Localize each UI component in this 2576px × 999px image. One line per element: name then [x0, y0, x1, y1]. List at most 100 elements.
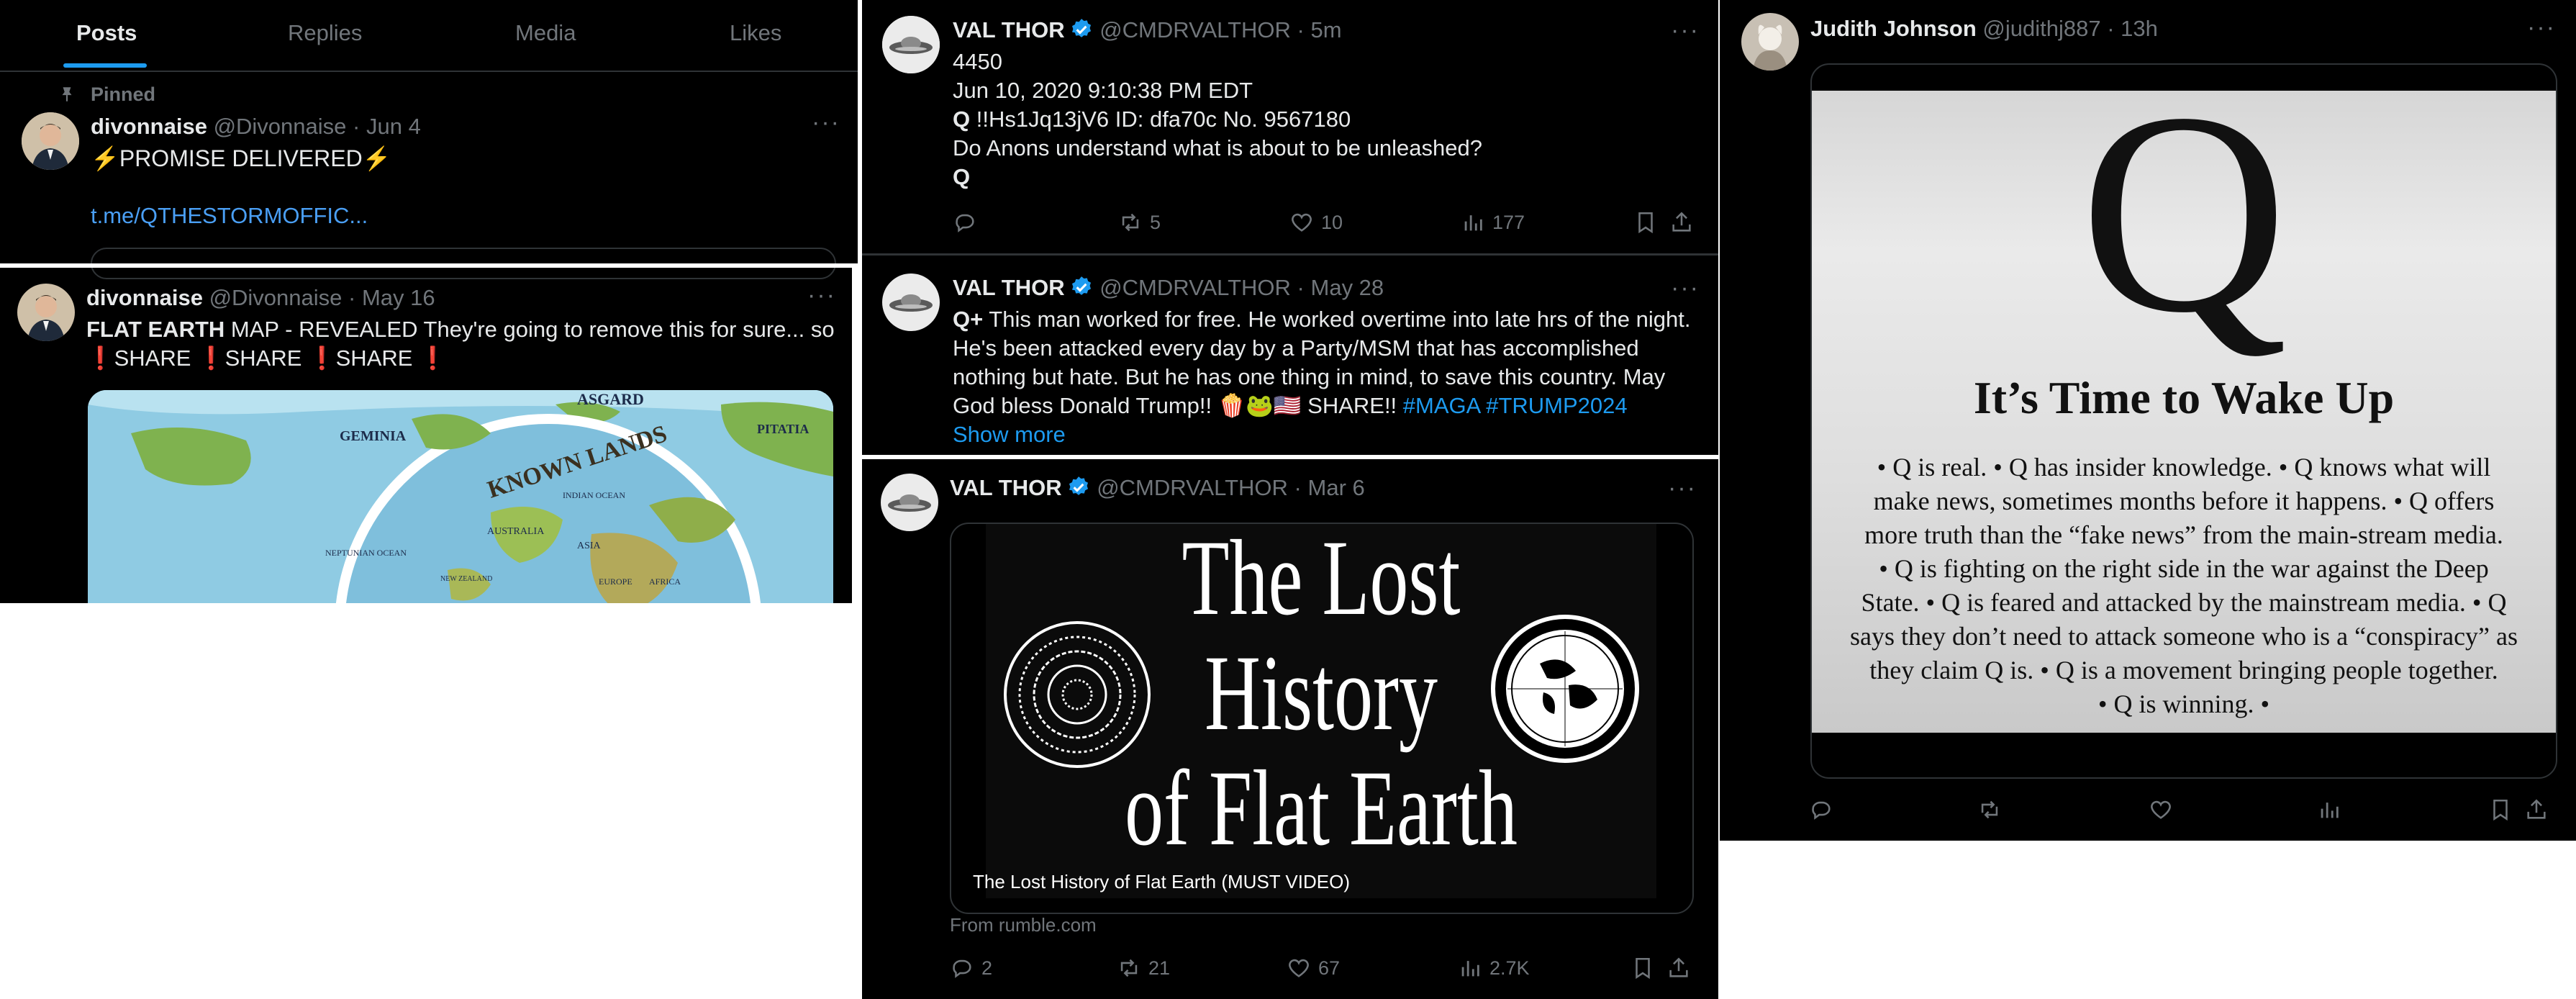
author-name[interactable]: VAL THOR — [953, 17, 1065, 42]
like-button[interactable]: 10 — [1289, 210, 1343, 235]
like-button[interactable] — [2149, 797, 2173, 822]
author-name[interactable]: divonnaise — [86, 285, 203, 310]
verified-badge-icon — [1069, 275, 1094, 299]
divider — [0, 263, 858, 268]
more-options-icon[interactable]: ··· — [1668, 476, 1697, 500]
share-button[interactable] — [2524, 797, 2549, 822]
bookmark-button[interactable] — [2488, 797, 2513, 822]
poster-line: State. • Q is feared and attacked by the… — [1861, 588, 2507, 617]
avatar[interactable] — [881, 474, 938, 531]
heart-icon — [1289, 959, 1309, 977]
views-button[interactable]: 2.7K — [1458, 956, 1530, 980]
avatar[interactable] — [882, 16, 940, 73]
tweet-text-main: MAP - REVEALED They're going to remove t… — [225, 317, 835, 342]
bookmark-icon — [1636, 957, 1650, 980]
tweet-time[interactable]: May 16 — [362, 285, 435, 310]
map-label: EUROPE — [599, 577, 632, 587]
share-button[interactable] — [1666, 956, 1691, 980]
more-options-icon[interactable]: ··· — [1671, 276, 1700, 300]
repost-button[interactable]: 5 — [1118, 210, 1161, 235]
hashtags[interactable]: #MAGA #TRUMP2024 — [1403, 393, 1628, 418]
more-options-icon[interactable]: ··· — [1671, 18, 1700, 42]
video-thumbnail: The Lost History of Flat Earth — [986, 524, 1656, 898]
share-icon — [1669, 957, 1688, 977]
divider — [862, 455, 1718, 459]
avatar[interactable] — [882, 274, 940, 331]
tweet-line: Q !!Hs1Jq13jV6 ID: dfa70c No. 9567180 — [953, 105, 1482, 134]
repost-button[interactable] — [1977, 797, 2002, 822]
poster-line: make news, sometimes months before it ha… — [1873, 487, 2495, 515]
flat-earth-map-image[interactable]: ASGARD GEMINIA PITATIA KNOWN LANDS NEPTU… — [88, 390, 833, 603]
repost-button[interactable]: 21 — [1117, 956, 1170, 980]
share-button[interactable] — [1669, 210, 1694, 235]
tweet-time[interactable]: 13h — [2121, 16, 2158, 41]
poster-line: • Q is fighting on the right side in the… — [1879, 554, 2489, 583]
map-label: GEMINIA — [340, 428, 407, 444]
tweet-line: Do Anons understand what is about to be … — [953, 135, 1482, 161]
author-handle[interactable]: @Divonnaise — [209, 285, 343, 310]
avatar[interactable] — [1741, 13, 1799, 71]
video-card[interactable]: The Lost History of Flat Earth The Lost … — [950, 523, 1694, 914]
views-icon — [1464, 215, 1482, 231]
author-handle[interactable]: @CMDRVALTHOR — [1097, 475, 1288, 500]
pin-icon — [58, 83, 76, 109]
poster-line: • Q is winning. • — [2097, 690, 2270, 718]
card-source[interactable]: From rumble.com — [950, 914, 1097, 936]
author-handle[interactable]: @judithj887 — [1982, 16, 2100, 41]
tweet-time[interactable]: May 28 — [1311, 275, 1384, 300]
reply-button[interactable]: 2 — [950, 956, 992, 980]
tabs-divider — [0, 71, 858, 72]
flat-earth-emblem-icon — [1489, 613, 1641, 768]
poster-line: they claim Q is. • Q is a movement bring… — [1869, 656, 2498, 684]
tweet-header: VAL THOR @CMDRVALTHOR · Mar 6 — [950, 475, 1365, 500]
share-icon — [2527, 799, 2546, 819]
map-label: NEPTUNIAN OCEAN — [325, 548, 407, 558]
tweet-time[interactable]: Mar 6 — [1308, 475, 1365, 500]
active-tab-indicator — [63, 63, 147, 68]
map-label: NEW ZEALAND — [440, 575, 492, 583]
reply-button[interactable] — [1809, 797, 1833, 822]
tab-replies[interactable]: Replies — [288, 20, 362, 46]
q-poster-image[interactable]: Q It’s Time to Wake Up • Q is real. • Q … — [1810, 63, 2557, 779]
tweet-header: Judith Johnson @judithj887 · 13h — [1810, 16, 2158, 41]
map-label: ASGARD — [577, 390, 644, 408]
bookmark-icon — [2493, 799, 2508, 821]
reply-button[interactable] — [953, 210, 984, 235]
author-handle[interactable]: @CMDRVALTHOR — [1099, 275, 1291, 300]
pinned-label: Pinned — [91, 83, 156, 105]
author-handle[interactable]: @CMDRVALTHOR — [1099, 17, 1291, 42]
tweet-line: Jun 10, 2020 9:10:38 PM EDT — [953, 78, 1253, 103]
more-options-icon[interactable]: ··· — [2527, 15, 2556, 40]
author-name[interactable]: VAL THOR — [950, 475, 1062, 500]
verified-badge-icon — [1069, 17, 1094, 42]
tab-posts[interactable]: Posts — [76, 20, 137, 46]
heart-icon — [2151, 800, 2171, 819]
q-line: !!Hs1Jq13jV6 ID: dfa70c No. 9567180 — [970, 107, 1351, 132]
tweet-time[interactable]: 5m — [1311, 17, 1342, 42]
repost-icon — [1981, 800, 1998, 819]
avatar[interactable] — [17, 284, 75, 341]
avatar[interactable] — [22, 112, 79, 170]
tab-likes[interactable]: Likes — [730, 20, 781, 46]
tweet-link[interactable]: t.me/QTHESTORMOFFIC... — [91, 202, 368, 230]
verified-badge-icon — [1066, 475, 1091, 500]
author-name[interactable]: VAL THOR — [953, 275, 1065, 300]
author-name[interactable]: Judith Johnson — [1810, 16, 1977, 41]
views-button[interactable] — [2317, 797, 2341, 822]
bookmark-button[interactable] — [1631, 956, 1655, 980]
tab-media[interactable]: Media — [515, 20, 576, 46]
author-handle[interactable]: @Divonnaise — [214, 114, 347, 139]
author-name[interactable]: divonnaise — [91, 114, 207, 139]
bookmark-button[interactable] — [1633, 210, 1658, 235]
more-options-icon[interactable]: ··· — [812, 110, 840, 135]
tweet-time[interactable]: Jun 4 — [366, 114, 421, 139]
views-button[interactable]: 177 — [1461, 210, 1525, 235]
q-plus: Q+ — [953, 307, 984, 332]
show-more-link[interactable]: Show more — [953, 420, 1701, 449]
share-icon — [1672, 212, 1691, 232]
more-options-icon[interactable]: ··· — [807, 283, 836, 307]
tweet-header: divonnaise @Divonnaise · May 16 — [86, 285, 435, 310]
tweet-text-bold: FLAT EARTH — [86, 317, 225, 342]
like-button[interactable]: 67 — [1287, 956, 1340, 980]
map-label: ASIA — [577, 541, 602, 551]
